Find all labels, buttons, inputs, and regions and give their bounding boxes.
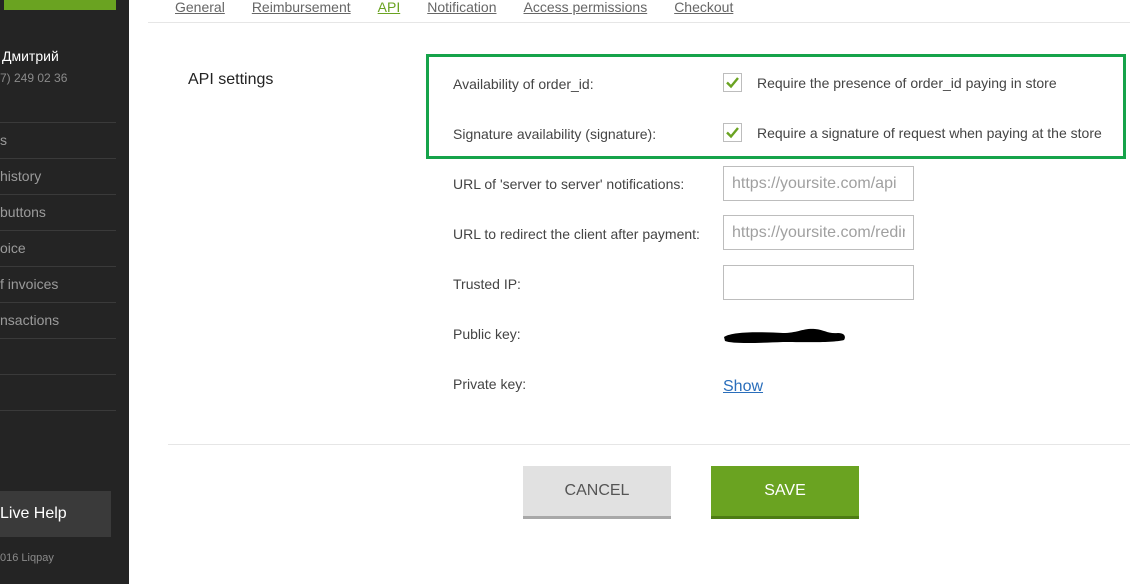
tab-checkout[interactable]: Checkout	[674, 0, 733, 22]
user-phone: 7) 249 02 36	[0, 71, 68, 85]
live-help-button[interactable]: Live Help	[0, 491, 111, 537]
sidebar-item-invoice[interactable]: oice	[0, 230, 116, 265]
highlight-box	[426, 54, 1126, 159]
tab-api[interactable]: API	[378, 0, 401, 22]
sidebar-item-history[interactable]: history	[0, 158, 116, 193]
server-url-label: URL of 'server to server' notifications:	[453, 176, 685, 192]
tab-reimbursement[interactable]: Reimbursement	[252, 0, 351, 22]
sidebar-item-1[interactable]: s	[0, 122, 116, 157]
trusted-ip-input[interactable]	[723, 265, 914, 300]
form-divider	[168, 444, 1130, 445]
settings-tabs: General Reimbursement API Notification A…	[175, 0, 760, 22]
public-key-label: Public key:	[453, 326, 521, 342]
server-url-input[interactable]	[723, 166, 914, 201]
public-key-redacted	[724, 328, 845, 343]
trusted-ip-label: Trusted IP:	[453, 276, 521, 292]
cancel-button[interactable]: CANCEL	[523, 466, 671, 519]
sidebar-item-list-invoices[interactable]: f invoices	[0, 266, 116, 301]
tab-access-permissions[interactable]: Access permissions	[523, 0, 647, 22]
sidebar-divider	[0, 410, 116, 411]
sidebar-top-button[interactable]	[4, 0, 116, 10]
tab-general[interactable]: General	[175, 0, 225, 22]
sidebar: Дмитрий 7) 249 02 36 s history buttons o…	[0, 0, 129, 584]
sidebar-item-transactions[interactable]: nsactions	[0, 302, 116, 337]
show-private-key-link[interactable]: Show	[723, 378, 763, 396]
tabs-divider	[148, 22, 1130, 23]
save-button[interactable]: SAVE	[711, 466, 859, 519]
redirect-url-input[interactable]	[723, 215, 914, 250]
sidebar-item-8[interactable]	[0, 374, 116, 409]
redirect-url-label: URL to redirect the client after payment…	[453, 226, 700, 242]
sidebar-item-buttons[interactable]: buttons	[0, 194, 116, 229]
section-title: API settings	[188, 71, 274, 88]
sidebar-item-7[interactable]	[0, 338, 116, 373]
private-key-label: Private key:	[453, 376, 527, 392]
tab-notification[interactable]: Notification	[427, 0, 496, 22]
copyright: 016 Liqpay	[0, 552, 54, 564]
user-name: Дмитрий	[2, 48, 59, 64]
